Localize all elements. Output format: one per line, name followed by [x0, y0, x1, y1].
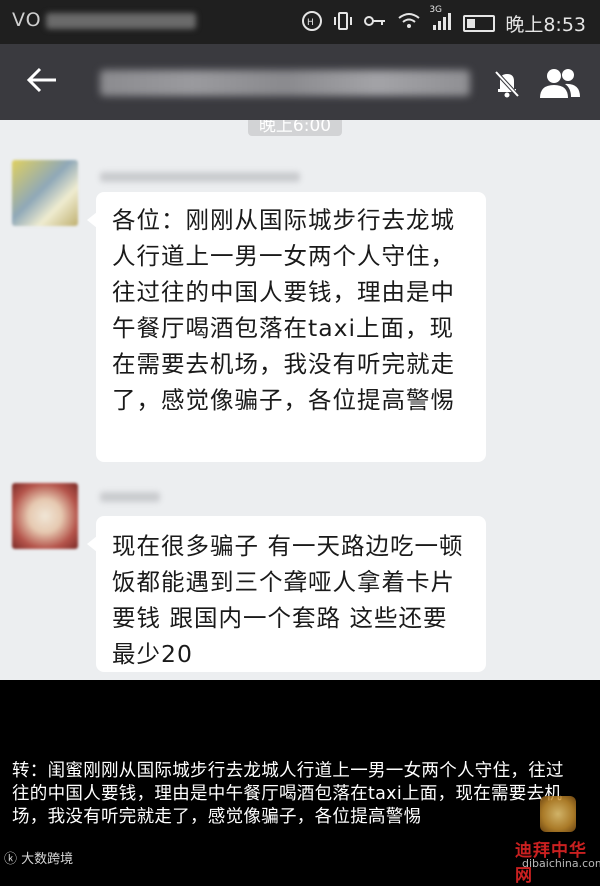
battery-icon	[463, 15, 496, 32]
chat-title-blurred	[100, 70, 470, 96]
watermark-url: dibaichina.com	[522, 857, 600, 870]
status-icons: H 3G 晚上8:53	[301, 5, 586, 37]
watermark-emblem-icon	[540, 796, 576, 832]
svg-text:H: H	[307, 18, 314, 28]
carrier-blurred	[45, 12, 196, 29]
sender-name-blurred	[100, 172, 300, 182]
source-logo: ⓚ 大数跨境	[4, 848, 73, 867]
carrier-text: VO	[12, 9, 42, 31]
signal-icon: 3G	[429, 5, 453, 36]
carrier-label: VO	[12, 9, 196, 31]
source-icon: ⓚ	[4, 852, 22, 867]
message-bubble[interactable]: 现在很多骗子 有一天路边吃一顿饭都能遇到三个聋哑人拿着卡片要钱 跟国内一个套路 …	[87, 516, 486, 672]
caption-text: 转：闺蜜刚刚从国际城步行去龙城人行道上一男一女两个人守住，往过往的中国人要钱，理…	[12, 761, 564, 827]
key-icon	[363, 12, 387, 35]
message-text: 各位：刚刚从国际城步行去龙城人行道上一男一女两个人守住，往过往的中国人要钱，理由…	[112, 206, 455, 414]
message-bubble[interactable]: 各位：刚刚从国际城步行去龙城人行道上一男一女两个人守住，往过往的中国人要钱，理由…	[87, 192, 486, 462]
sender-name-blurred	[100, 492, 160, 502]
group-members-icon[interactable]	[536, 64, 584, 102]
message-text: 现在很多骗子 有一天路边吃一顿饭都能遇到三个聋哑人拿着卡片要钱 跟国内一个套路 …	[112, 532, 464, 668]
chat-area[interactable]: 晚上6:00 各位：刚刚从国际城步行去龙城人行道上一男一女两个人守住，往过往的中…	[0, 120, 600, 680]
mute-bell-icon[interactable]	[490, 66, 524, 100]
network-type: 3G	[429, 5, 443, 15]
message-timestamp: 晚上6:00	[248, 120, 342, 136]
source-name: 大数跨境	[21, 852, 74, 867]
avatar[interactable]	[12, 160, 78, 226]
vibrate-icon	[333, 10, 353, 37]
status-bar: VO H 3G 晚上8:53	[0, 0, 600, 44]
wifi-icon	[397, 11, 421, 36]
hd-icon: H	[301, 10, 323, 37]
chat-header	[0, 44, 600, 120]
status-time: 晚上8:53	[505, 14, 586, 36]
back-arrow-icon[interactable]	[24, 62, 64, 102]
avatar[interactable]	[12, 483, 78, 549]
